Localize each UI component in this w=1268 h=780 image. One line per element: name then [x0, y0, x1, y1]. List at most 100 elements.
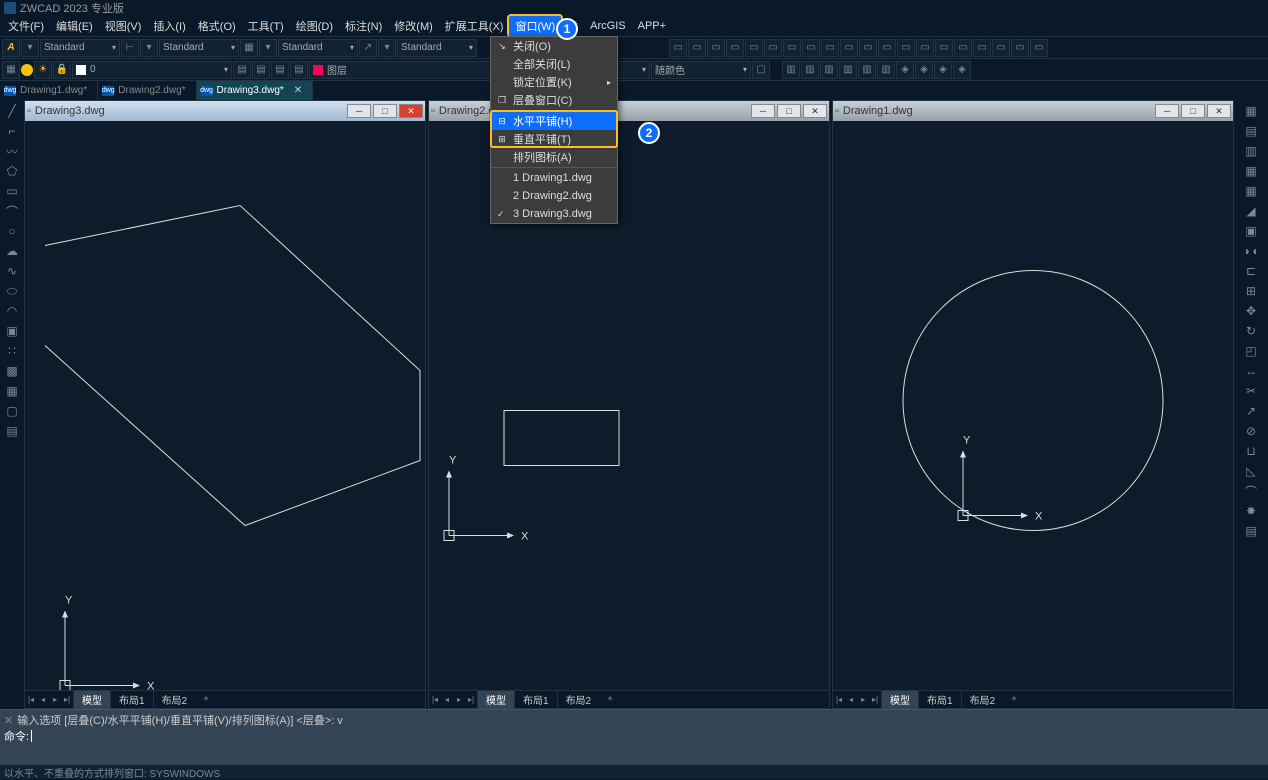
- tool-icon[interactable]: ▭: [954, 39, 972, 57]
- close-button[interactable]: ✕: [803, 104, 827, 118]
- rotate-icon[interactable]: ↻: [1241, 322, 1261, 340]
- menu-item-0[interactable]: 文件(F): [2, 16, 50, 36]
- iso-icon[interactable]: ◈: [953, 61, 971, 79]
- snap-icon[interactable]: ▦: [1241, 162, 1261, 180]
- view-icon[interactable]: ▥: [877, 61, 895, 79]
- menu-item-6[interactable]: 绘图(D): [290, 16, 339, 36]
- spline-icon[interactable]: 〰: [2, 142, 22, 160]
- tab-nav-prev-icon[interactable]: ◂: [441, 693, 453, 707]
- window-menu-item-2[interactable]: 锁定位置(K)▸: [491, 73, 617, 91]
- layer-tool-icon[interactable]: ▤: [252, 61, 270, 79]
- stretch-icon[interactable]: ↔: [1241, 362, 1261, 380]
- doc-titlebar[interactable]: ▫ Drawing3.dwg ─ □ ✕: [25, 101, 425, 121]
- active-layer-select[interactable]: 0▾: [72, 61, 232, 79]
- window-menu-item-7[interactable]: 1 Drawing1.dwg: [491, 169, 617, 187]
- explode-icon[interactable]: ✸: [1241, 502, 1261, 520]
- sun-icon[interactable]: ☀: [34, 61, 52, 79]
- tool-icon[interactable]: ▭: [821, 39, 839, 57]
- iso-icon[interactable]: ◈: [915, 61, 933, 79]
- fillet-icon[interactable]: ⌒: [1241, 482, 1261, 500]
- tab-nav-first-icon[interactable]: |◂: [429, 693, 441, 707]
- arc-icon[interactable]: ⌒: [2, 202, 22, 220]
- layout-tab-2[interactable]: 布局2: [961, 691, 1004, 709]
- circle-icon[interactable]: ○: [2, 222, 22, 240]
- tab-nav-last-icon[interactable]: ▸|: [869, 693, 881, 707]
- tab-nav-prev-icon[interactable]: ◂: [845, 693, 857, 707]
- minimize-button[interactable]: ─: [347, 104, 371, 118]
- copy-props-icon[interactable]: ▢: [752, 61, 770, 79]
- join-icon[interactable]: ⊔: [1241, 442, 1261, 460]
- tool-icon[interactable]: ▭: [1030, 39, 1048, 57]
- menu-item-8[interactable]: 修改(M): [388, 16, 439, 36]
- layer-tool-icon[interactable]: ▤: [271, 61, 289, 79]
- maximize-button[interactable]: □: [1181, 104, 1205, 118]
- array-icon[interactable]: ⊞: [1241, 282, 1261, 300]
- tool-icon[interactable]: ▭: [688, 39, 706, 57]
- menu-item-1[interactable]: 编辑(E): [50, 16, 99, 36]
- file-tab-1[interactable]: dwgDrawing2.dwg*: [98, 81, 196, 101]
- tab-nav-first-icon[interactable]: |◂: [833, 693, 845, 707]
- window-menu-item-8[interactable]: 2 Drawing2.dwg: [491, 187, 617, 205]
- tool-icon[interactable]: ▭: [745, 39, 763, 57]
- drawing-canvas[interactable]: Y X: [429, 121, 829, 690]
- tool-icon[interactable]: ▭: [783, 39, 801, 57]
- gradient-icon[interactable]: ▦: [2, 382, 22, 400]
- add-layout-button[interactable]: +: [1003, 694, 1025, 705]
- block-icon[interactable]: ▣: [2, 322, 22, 340]
- hatch-icon[interactable]: ▩: [2, 362, 22, 380]
- chamfer-icon[interactable]: ◺: [1241, 462, 1261, 480]
- close-button[interactable]: ✕: [1207, 104, 1231, 118]
- ellipse-arc-icon[interactable]: ◠: [2, 302, 22, 320]
- break-icon[interactable]: ⊘: [1241, 422, 1261, 440]
- layer-tool-icon[interactable]: ▤: [290, 61, 308, 79]
- color-select[interactable]: 随颜色▾: [651, 61, 751, 79]
- view-icon[interactable]: ▥: [858, 61, 876, 79]
- menu-item-10[interactable]: 窗口(W): [509, 16, 561, 36]
- tool-icon[interactable]: ▭: [707, 39, 725, 57]
- chevron-down-icon[interactable]: ▾: [378, 39, 396, 57]
- menu-item-13[interactable]: APP+: [632, 18, 672, 34]
- point-icon[interactable]: ∷: [2, 342, 22, 360]
- doc-titlebar[interactable]: ▫ Drawing1.dwg ─ □ ✕: [833, 101, 1233, 121]
- file-tab-2[interactable]: dwgDrawing3.dwg*✕: [197, 81, 314, 101]
- move-icon[interactable]: ✥: [1241, 302, 1261, 320]
- minimize-button[interactable]: ─: [751, 104, 775, 118]
- light-on-icon[interactable]: [21, 64, 33, 76]
- align-left-icon[interactable]: ▤: [1241, 122, 1261, 140]
- close-icon[interactable]: ✕: [294, 85, 302, 96]
- table-style-select[interactable]: Standard▾: [278, 39, 358, 57]
- tool-icon[interactable]: ▭: [802, 39, 820, 57]
- window-menu-item-3[interactable]: ❐层叠窗口(C): [491, 91, 617, 109]
- layout-tab-1[interactable]: 布局1: [110, 691, 153, 709]
- region-icon[interactable]: ▢: [2, 402, 22, 420]
- window-menu-item-4[interactable]: ⊟水平平铺(H): [491, 112, 617, 130]
- add-layout-button[interactable]: +: [599, 694, 621, 705]
- tool-icon[interactable]: ▭: [726, 39, 744, 57]
- scale-icon[interactable]: ◰: [1241, 342, 1261, 360]
- window-menu-item-5[interactable]: ⊞垂直平铺(T): [491, 130, 617, 148]
- layout-tab-1[interactable]: 布局1: [918, 691, 961, 709]
- align-right-icon[interactable]: ▥: [1241, 142, 1261, 160]
- layout-tab-model[interactable]: 模型: [73, 691, 110, 709]
- extend-icon[interactable]: ↗: [1241, 402, 1261, 420]
- pline-icon[interactable]: ⌐: [2, 122, 22, 140]
- trim-icon[interactable]: ✂: [1241, 382, 1261, 400]
- close-button[interactable]: ✕: [399, 104, 423, 118]
- file-tab-0[interactable]: dwgDrawing1.dwg*: [0, 81, 98, 101]
- menu-item-12[interactable]: ArcGIS: [584, 18, 631, 34]
- iso-icon[interactable]: ◈: [934, 61, 952, 79]
- add-layout-button[interactable]: +: [195, 694, 217, 705]
- tab-nav-next-icon[interactable]: ▸: [453, 693, 465, 707]
- lock-icon[interactable]: 🔒: [53, 61, 71, 79]
- command-input[interactable]: 命令:: [4, 728, 1264, 744]
- tab-nav-last-icon[interactable]: ▸|: [465, 693, 477, 707]
- drawing-canvas[interactable]: Y X: [25, 121, 425, 690]
- tab-nav-first-icon[interactable]: |◂: [25, 693, 37, 707]
- dim-style-select[interactable]: Standard▾: [159, 39, 239, 57]
- tool-icon[interactable]: ▭: [764, 39, 782, 57]
- menu-item-4[interactable]: 格式(O): [192, 16, 242, 36]
- layout-tab-model[interactable]: 模型: [477, 691, 514, 709]
- maximize-button[interactable]: □: [373, 104, 397, 118]
- group-icon[interactable]: ▦: [1241, 102, 1261, 120]
- mleader-style-select[interactable]: Standard▾: [397, 39, 477, 57]
